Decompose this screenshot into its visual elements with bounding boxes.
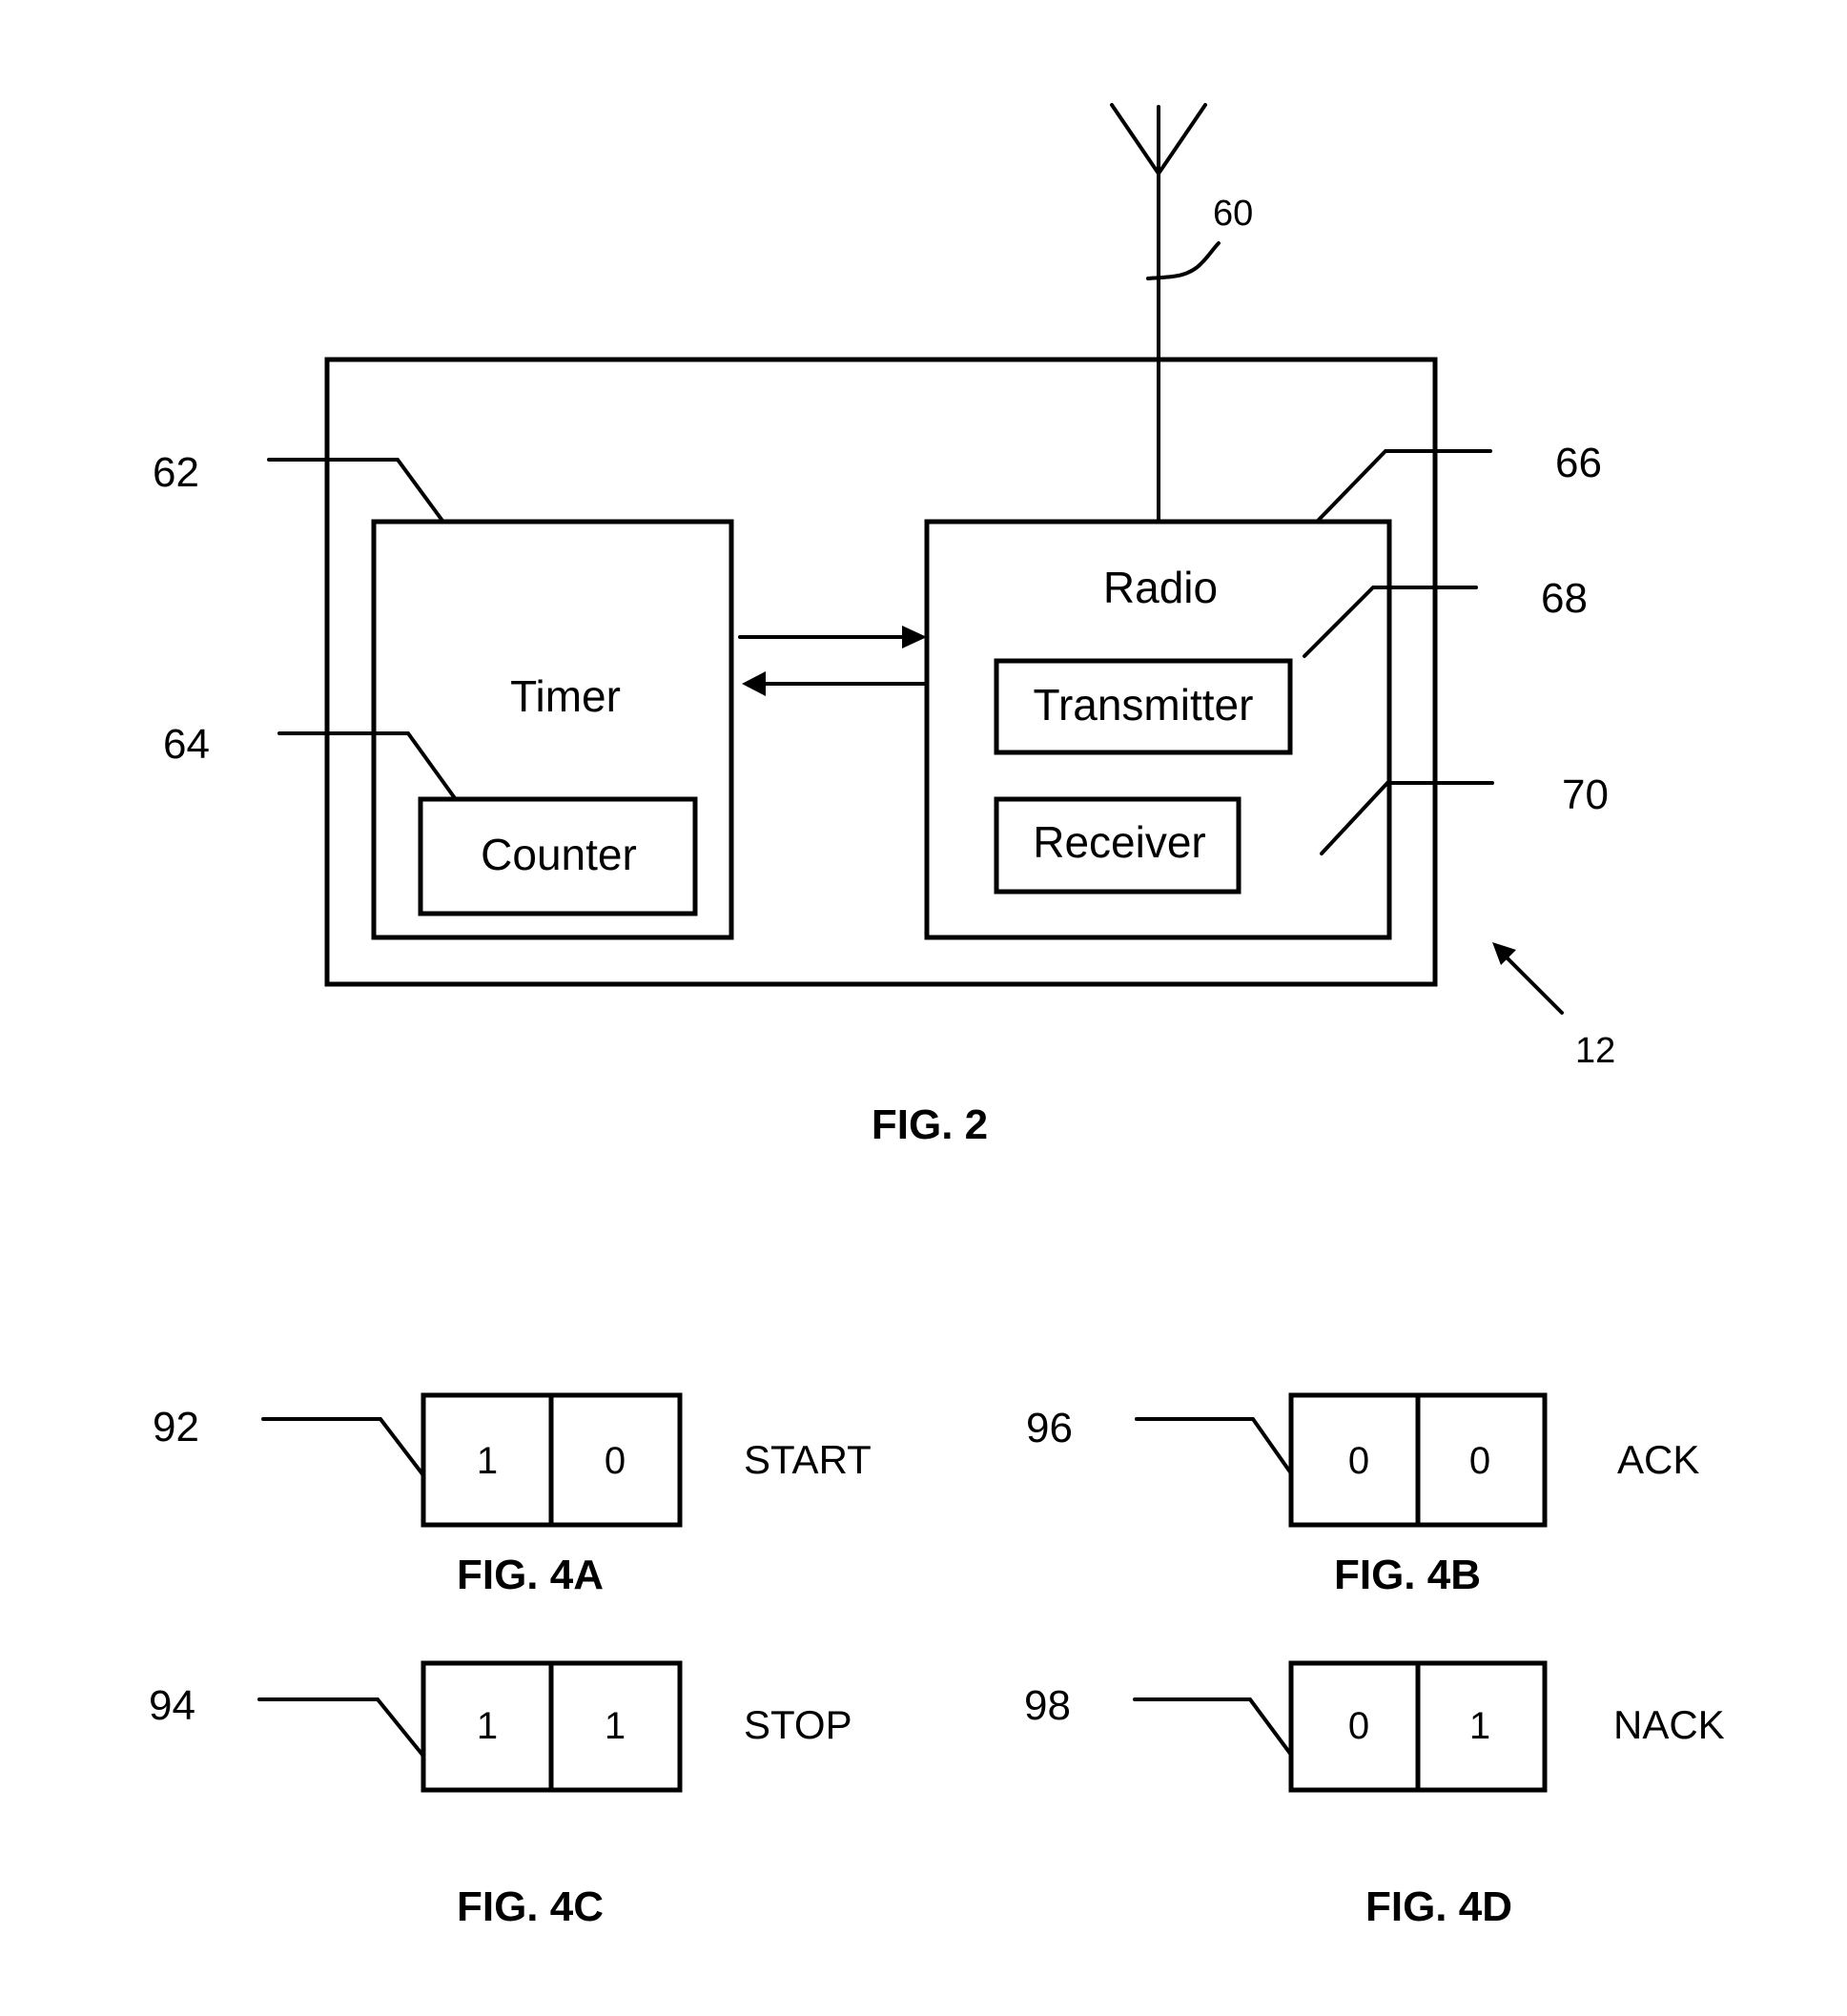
receiver-label: Receiver (1033, 817, 1206, 867)
antenna-icon (1110, 103, 1207, 524)
fig4d-panel: 98 0 1 NACK FIG. 4D (1024, 1660, 1725, 1930)
patent-drawing-sheet: 60 Timer Counter Radio Transmitter Recei… (149, 103, 1725, 1930)
transmitter-ref-label: 68 (1541, 575, 1588, 622)
device-ref-arrow (1492, 942, 1564, 1015)
fig4a-caption: FIG. 4A (457, 1552, 604, 1598)
radio-ref-label: 66 (1555, 440, 1602, 486)
device-outer-box (324, 357, 1438, 987)
fig4a-bit-2: 0 (605, 1440, 626, 1482)
fig4d-command-label: NACK (1613, 1702, 1725, 1747)
fig4a-bit-1: 1 (477, 1440, 498, 1482)
fig4b-caption: FIG. 4B (1334, 1552, 1481, 1598)
fig4c-bit-1: 1 (477, 1705, 498, 1747)
radio-leader-line (1317, 449, 1492, 522)
fig4d-ref-label: 98 (1024, 1682, 1071, 1729)
antenna-ref-label: 60 (1213, 194, 1253, 234)
device-ref-label: 12 (1575, 1031, 1615, 1071)
fig4b-ref-label: 96 (1026, 1405, 1073, 1451)
fig4b-panel: 96 0 0 ACK FIG. 4B (1026, 1392, 1699, 1598)
fig2-caption: FIG. 2 (872, 1101, 988, 1148)
timer-leader-line (267, 458, 444, 523)
fig4b-bit-1: 0 (1348, 1440, 1369, 1482)
fig4d-bit-2: 1 (1469, 1705, 1490, 1747)
radio-label: Radio (1103, 563, 1218, 612)
fig4c-command-label: STOP (744, 1702, 852, 1747)
fig4b-leader-line (1135, 1417, 1293, 1475)
fig4d-bit-1: 0 (1348, 1705, 1369, 1747)
fig2-diagram: 60 Timer Counter Radio Transmitter Recei… (153, 103, 1615, 1148)
fig4a-leader-line (261, 1417, 425, 1477)
receiver-ref-label: 70 (1562, 771, 1609, 818)
fig4c-panel: 94 1 1 STOP FIG. 4C (149, 1660, 852, 1930)
counter-leader-line (277, 731, 457, 800)
fig4b-bit-2: 0 (1469, 1440, 1490, 1482)
counter-label: Counter (481, 830, 637, 879)
fig4c-bit-2: 1 (605, 1705, 626, 1747)
fig4a-ref-label: 92 (153, 1404, 199, 1450)
fig4d-caption: FIG. 4D (1365, 1883, 1512, 1930)
radio-to-timer-arrow (742, 671, 929, 696)
fig4d-leader-line (1133, 1697, 1293, 1757)
fig4c-caption: FIG. 4C (457, 1883, 604, 1930)
transmitter-label: Transmitter (1034, 680, 1254, 730)
timer-ref-label: 62 (153, 449, 199, 496)
counter-ref-label: 64 (163, 721, 210, 768)
fig4c-ref-label: 94 (149, 1682, 195, 1729)
fig4c-leader-line (257, 1697, 424, 1757)
timer-to-radio-arrow (738, 626, 927, 648)
timer-label: Timer (510, 671, 621, 721)
fig4a-command-label: START (744, 1437, 872, 1482)
fig4b-command-label: ACK (1617, 1437, 1699, 1482)
receiver-leader-line (1320, 781, 1494, 855)
fig4a-panel: 92 1 0 START FIG. 4A (153, 1392, 872, 1598)
